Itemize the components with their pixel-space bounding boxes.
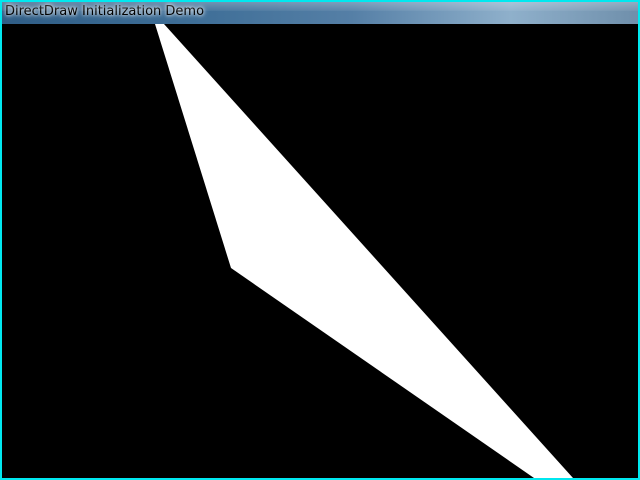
- render-canvas: [2, 24, 638, 478]
- title-bar[interactable]: DirectDraw Initialization Demo: [2, 2, 638, 24]
- app-window: DirectDraw Initialization Demo: [0, 0, 640, 480]
- window-title: DirectDraw Initialization Demo: [5, 4, 205, 19]
- render-surface: [2, 24, 638, 478]
